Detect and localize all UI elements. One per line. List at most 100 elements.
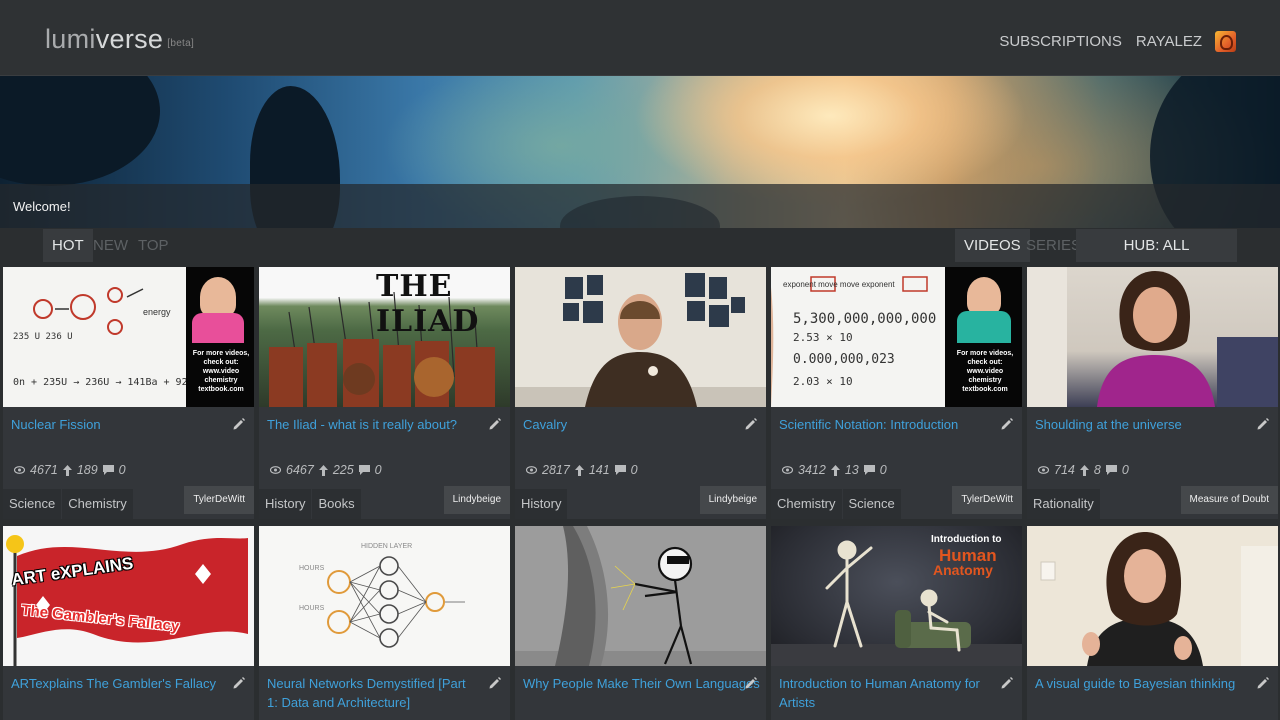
video-title[interactable]: Introduction to Human Anatomy for Artist…: [779, 674, 991, 712]
banner-foliage: [0, 76, 160, 186]
video-title[interactable]: The Iliad - what is it really about?: [267, 415, 479, 434]
presenter-shirt: [957, 311, 1011, 343]
presenter: [200, 277, 236, 317]
card-body: Shoulding at the universe 714 8 0 Ration…: [1027, 407, 1278, 519]
video-card[interactable]: Cavalry 2817 141 0 History Lindybeige: [515, 267, 766, 519]
nav-subscriptions[interactable]: SUBSCRIPTIONS: [999, 33, 1122, 50]
video-thumbnail[interactable]: [515, 267, 766, 407]
upvote-icon: [318, 464, 328, 476]
video-card[interactable]: Shoulding at the universe 714 8 0 Ration…: [1027, 267, 1278, 519]
video-thumbnail[interactable]: [1027, 267, 1278, 407]
video-title[interactable]: Nuclear Fission: [11, 415, 223, 434]
eye-icon: [1038, 466, 1049, 474]
tag[interactable]: Chemistry: [771, 489, 842, 519]
presenter-shirt: [192, 313, 244, 343]
pencil-icon[interactable]: [232, 676, 246, 690]
pencil-icon[interactable]: [1000, 417, 1014, 431]
video-thumbnail[interactable]: [1027, 526, 1278, 666]
video-thumbnail[interactable]: Introduction to Human Anatomy: [771, 526, 1022, 666]
author-badge[interactable]: Lindybeige: [699, 486, 766, 514]
video-thumbnail[interactable]: THE ILIAD: [259, 267, 510, 407]
pencil-icon[interactable]: [744, 417, 758, 431]
author-badge[interactable]: TylerDeWitt: [952, 486, 1022, 514]
top-nav: SUBSCRIPTIONS RAYALEZ: [999, 31, 1236, 52]
tag-list: Chemistry Science: [771, 489, 901, 519]
promo-panel: For more videos, check out: www.video ch…: [186, 267, 254, 407]
tag[interactable]: Chemistry: [62, 489, 133, 519]
anatomy-title-line1: Introduction to: [931, 534, 1002, 545]
video-title[interactable]: Scientific Notation: Introduction: [779, 415, 991, 434]
stick-figure-scene: [515, 526, 766, 666]
tag-list: Rationality: [1027, 489, 1100, 519]
presenter-scene: [1040, 532, 1278, 666]
welcome-text: Welcome!: [13, 199, 71, 214]
svg-text:2.53 × 10: 2.53 × 10: [793, 331, 853, 344]
video-thumbnail[interactable]: exponent move move exponent 5,300,000,00…: [771, 267, 1022, 407]
tag[interactable]: Science: [842, 489, 901, 519]
view-count: 3412: [798, 463, 826, 477]
video-thumbnail[interactable]: HOURS HOURS HIDDEN LAYER: [259, 526, 510, 666]
pencil-icon[interactable]: [488, 417, 502, 431]
video-thumbnail[interactable]: [515, 526, 766, 666]
comment-count: 0: [374, 463, 382, 477]
pencil-icon[interactable]: [232, 417, 246, 431]
pencil-icon[interactable]: [1256, 676, 1270, 690]
svg-text:HOURS: HOURS: [299, 565, 325, 572]
pencil-icon[interactable]: [744, 676, 758, 690]
video-card[interactable]: ART eXPLAINS The Gambler's Fallacy ARTex…: [3, 526, 254, 720]
author-badge[interactable]: Measure of Doubt: [1180, 486, 1278, 514]
video-card[interactable]: Why People Make Their Own Languages: [515, 526, 766, 720]
svg-text:HOURS: HOURS: [299, 605, 325, 612]
flag-art: [6, 535, 248, 666]
video-card[interactable]: Introduction to Human Anatomy Introducti…: [771, 526, 1022, 720]
tag[interactable]: History: [259, 489, 312, 519]
tag[interactable]: Rationality: [1027, 489, 1100, 519]
video-title[interactable]: Cavalry: [523, 415, 735, 434]
video-card[interactable]: A visual guide to Bayesian thinking: [1027, 526, 1278, 720]
logo-strong: verse: [95, 24, 164, 54]
tag[interactable]: Science: [3, 489, 62, 519]
filter-bar: HOT NEW TOP VIDEOS SERIES HUB: ALL: [0, 228, 1280, 264]
banner-caption-bar: [0, 184, 1280, 228]
card-body: Cavalry 2817 141 0 History Lindybeige: [515, 407, 766, 519]
video-title[interactable]: ARTexplains The Gambler's Fallacy: [11, 674, 223, 693]
video-stats: 2817 141 0: [526, 463, 638, 477]
tab-top[interactable]: TOP: [129, 229, 178, 262]
eye-icon: [14, 466, 25, 474]
video-card[interactable]: exponent move move exponent 5,300,000,00…: [771, 267, 1022, 519]
promo-line: check out:: [967, 359, 1003, 366]
tag[interactable]: History: [515, 489, 568, 519]
top-header: lumiverse [beta] SUBSCRIPTIONS RAYALEZ: [0, 0, 1280, 76]
welcome-banner: Welcome!: [0, 76, 1280, 228]
video-card[interactable]: HOURS HOURS HIDDEN LAYER Neural Networks…: [259, 526, 510, 720]
svg-text:energy: energy: [143, 307, 171, 317]
svg-text:exponent move move exponent: exponent move move exponent: [783, 280, 895, 289]
pencil-icon[interactable]: [488, 676, 502, 690]
logo[interactable]: lumiverse [beta]: [45, 24, 194, 55]
pencil-icon[interactable]: [1000, 676, 1014, 690]
video-title[interactable]: Neural Networks Demystified [Part 1: Dat…: [267, 674, 479, 712]
video-title[interactable]: A visual guide to Bayesian thinking: [1035, 674, 1247, 693]
author-badge[interactable]: Lindybeige: [443, 486, 510, 514]
eye-icon: [526, 466, 537, 474]
like-count: 13: [844, 463, 859, 477]
video-thumbnail[interactable]: ART eXPLAINS The Gambler's Fallacy: [3, 526, 254, 666]
video-title[interactable]: Shoulding at the universe: [1035, 415, 1247, 434]
nav-user[interactable]: RAYALEZ: [1136, 33, 1202, 50]
hub-selector[interactable]: HUB: ALL: [1076, 229, 1237, 262]
author-badge[interactable]: TylerDeWitt: [184, 486, 254, 514]
video-card[interactable]: THE ILIAD The Iliad - what is it really …: [259, 267, 510, 519]
card-body: Introduction to Human Anatomy for Artist…: [771, 666, 1022, 720]
promo-panel: For more videos, check out: www.video ch…: [945, 267, 1022, 407]
user-avatar[interactable]: [1215, 31, 1236, 52]
video-title[interactable]: Why People Make Their Own Languages: [523, 674, 763, 693]
card-body: The Iliad - what is it really about? 646…: [259, 407, 510, 519]
video-thumbnail[interactable]: 235 U 236 U 0n + 235U → 236U → 141Ba + 9…: [3, 267, 254, 407]
neural-network-diagram: HOURS HOURS HIDDEN LAYER: [299, 543, 465, 648]
pencil-icon[interactable]: [1256, 417, 1270, 431]
upvote-icon: [62, 464, 72, 476]
tag[interactable]: Books: [312, 489, 361, 519]
video-card[interactable]: 235 U 236 U 0n + 235U → 236U → 141Ba + 9…: [3, 267, 254, 519]
comment-count: 0: [118, 463, 126, 477]
upvote-icon: [830, 464, 840, 476]
